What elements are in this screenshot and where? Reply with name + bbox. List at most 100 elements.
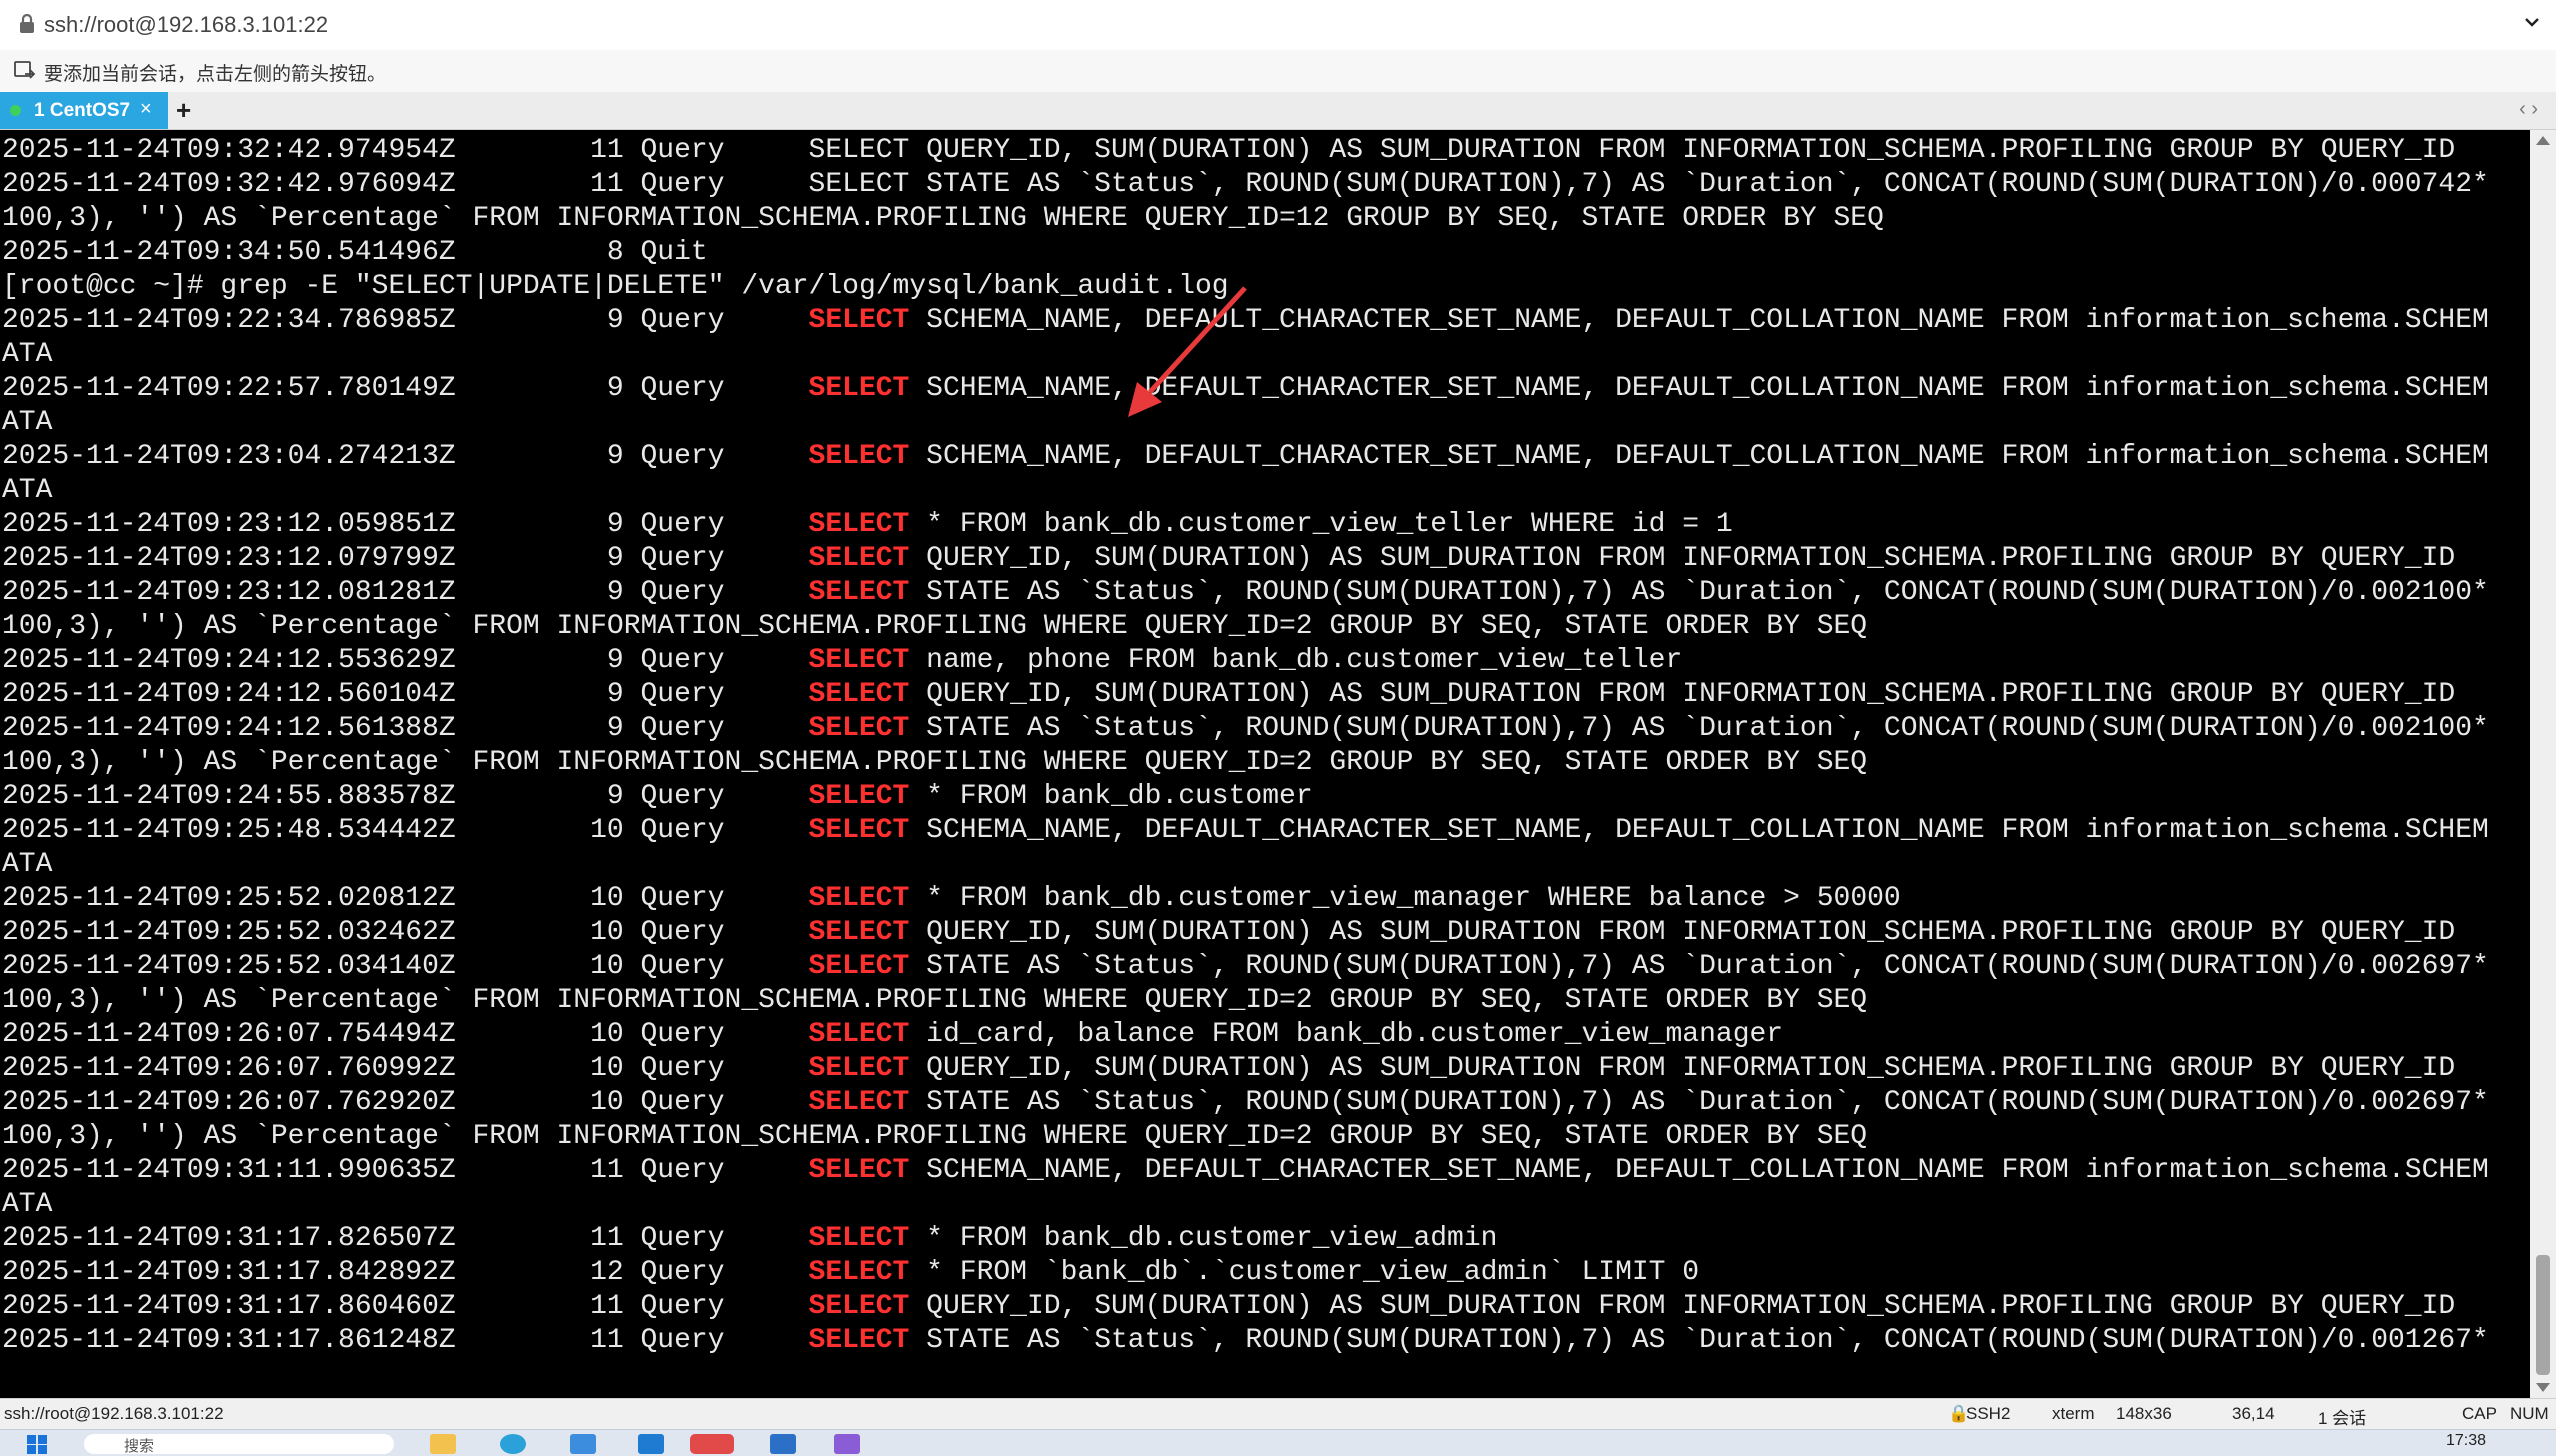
- chevron-down-icon[interactable]: [2522, 12, 2542, 32]
- terminal-line: 100,3), '') AS `Percentage` FROM INFORMA…: [2, 610, 2489, 644]
- file-explorer-icon[interactable]: [430, 1434, 456, 1454]
- terminal-line: 2025-11-24T09:31:17.826507Z 11 Query SEL…: [2, 1222, 2489, 1256]
- browser-icon[interactable]: [500, 1434, 526, 1454]
- status-protocol: SSH2: [1966, 1404, 2011, 1423]
- terminal-line: 2025-11-24T09:31:17.860460Z 11 Query SEL…: [2, 1290, 2489, 1324]
- status-size: 148x36: [2116, 1404, 2172, 1423]
- sql-keyword-highlight: SELECT: [808, 917, 910, 948]
- address-url[interactable]: ssh://root@192.168.3.101:22: [44, 12, 328, 38]
- lock-icon: [20, 14, 34, 33]
- sql-keyword-highlight: SELECT: [808, 441, 910, 472]
- sql-keyword-highlight: SELECT: [808, 543, 910, 574]
- app-icon-2[interactable]: [638, 1434, 664, 1454]
- terminal-text: 2025-11-24T09:26:07.754494Z 10 Query: [2, 1019, 809, 1050]
- address-bar[interactable]: ssh://root@192.168.3.101:22: [0, 0, 2556, 51]
- terminal-line: 2025-11-24T09:25:48.534442Z 10 Query SEL…: [2, 814, 2489, 848]
- terminal-text: SCHEMA_NAME, DEFAULT_CHARACTER_SET_NAME,…: [909, 815, 2489, 846]
- terminal-text: 100,3), '') AS `Percentage` FROM INFORMA…: [2, 1121, 1868, 1152]
- terminal-text: 2025-11-24T09:24:12.560104Z 9 Query: [2, 679, 809, 710]
- terminal-text: 100,3), '') AS `Percentage` FROM INFORMA…: [2, 611, 1868, 642]
- terminal-line: 2025-11-24T09:24:12.553629Z 9 Query SELE…: [2, 644, 2489, 678]
- terminal-line: 100,3), '') AS `Percentage` FROM INFORMA…: [2, 202, 2489, 236]
- sql-keyword-highlight: SELECT: [808, 1053, 910, 1084]
- terminal-scrollbar[interactable]: [2530, 130, 2556, 1398]
- scroll-thumb[interactable]: [2536, 1255, 2550, 1375]
- terminal-text: 2025-11-24T09:31:17.861248Z 11 Query: [2, 1325, 809, 1356]
- terminal-text: 2025-11-24T09:26:07.760992Z 10 Query: [2, 1053, 809, 1084]
- terminal-text: STATE AS `Status`, ROUND(SUM(DURATION),7…: [909, 713, 2489, 744]
- terminal-text: 100,3), '') AS `Percentage` FROM INFORMA…: [2, 203, 1884, 234]
- add-session-icon[interactable]: [14, 60, 36, 80]
- status-num: NUM: [2510, 1404, 2549, 1423]
- terminal-app-icon[interactable]: [690, 1434, 734, 1454]
- terminal-text: ATA: [2, 339, 53, 370]
- terminal-line: 2025-11-24T09:22:34.786985Z 9 Query SELE…: [2, 304, 2489, 338]
- app-icon-3[interactable]: [770, 1434, 796, 1454]
- terminal-text: name, phone FROM bank_db.customer_view_t…: [909, 645, 1683, 676]
- terminal-line: 2025-11-24T09:32:42.976094Z 11 Query SEL…: [2, 168, 2489, 202]
- sql-keyword-highlight: SELECT: [808, 1291, 910, 1322]
- terminal-text: STATE AS `Status`, ROUND(SUM(DURATION),7…: [909, 1087, 2489, 1118]
- terminal-text: 2025-11-24T09:23:12.081281Z 9 Query: [2, 577, 809, 608]
- terminal-line: 2025-11-24T09:25:52.020812Z 10 Query SEL…: [2, 882, 2489, 916]
- hint-bar: 要添加当前会话，点击左侧的箭头按钮。: [0, 50, 2556, 93]
- terminal-line: ATA: [2, 338, 2489, 372]
- sql-keyword-highlight: SELECT: [808, 781, 910, 812]
- terminal-text: 2025-11-24T09:23:12.079799Z 9 Query: [2, 543, 809, 574]
- sql-keyword-highlight: SELECT: [808, 679, 910, 710]
- sql-keyword-highlight: SELECT: [808, 1155, 910, 1186]
- terminal-text: 2025-11-24T09:24:12.553629Z 9 Query: [2, 645, 809, 676]
- terminal-line: ATA: [2, 474, 2489, 508]
- terminal-text: STATE AS `Status`, ROUND(SUM(DURATION),7…: [909, 577, 2489, 608]
- terminal-text: SCHEMA_NAME, DEFAULT_CHARACTER_SET_NAME,…: [909, 1155, 2489, 1186]
- terminal-text: 2025-11-24T09:24:55.883578Z 9 Query: [2, 781, 809, 812]
- sql-keyword-highlight: SELECT: [808, 1257, 910, 1288]
- terminal-line: 2025-11-24T09:26:07.754494Z 10 Query SEL…: [2, 1018, 2489, 1052]
- terminal-text: ATA: [2, 849, 53, 880]
- app-icon[interactable]: [570, 1434, 596, 1454]
- terminal-text: * FROM bank_db.customer: [909, 781, 1313, 812]
- sql-keyword-highlight: SELECT: [808, 305, 910, 336]
- terminal-text: 2025-11-24T09:31:11.990635Z 11 Query: [2, 1155, 809, 1186]
- terminal-line: [root@cc ~]# grep -E "SELECT|UPDATE|DELE…: [2, 270, 2489, 304]
- terminal-text: 2025-11-24T09:25:52.020812Z 10 Query: [2, 883, 809, 914]
- terminal-line: 2025-11-24T09:23:12.079799Z 9 Query SELE…: [2, 542, 2489, 576]
- sql-keyword-highlight: SELECT: [808, 1325, 910, 1356]
- sql-keyword-highlight: SELECT: [808, 713, 910, 744]
- terminal-text: 2025-11-24T09:26:07.762920Z 10 Query: [2, 1087, 809, 1118]
- terminal-line: 2025-11-24T09:22:57.780149Z 9 Query SELE…: [2, 372, 2489, 406]
- terminal-text: 2025-11-24T09:23:12.059851Z 9 Query: [2, 509, 809, 540]
- terminal-text: QUERY_ID, SUM(DURATION) AS SUM_DURATION …: [909, 543, 2456, 574]
- terminal-text: 2025-11-24T09:25:52.032462Z 10 Query: [2, 917, 809, 948]
- terminal-line: ATA: [2, 848, 2489, 882]
- terminal-line: 2025-11-24T09:25:52.032462Z 10 Query SEL…: [2, 916, 2489, 950]
- sql-keyword-highlight: SELECT: [808, 815, 910, 846]
- terminal-text: SCHEMA_NAME, DEFAULT_CHARACTER_SET_NAME,…: [909, 373, 2489, 404]
- terminal-line: 2025-11-24T09:31:17.861248Z 11 Query SEL…: [2, 1324, 2489, 1358]
- terminal-text: 2025-11-24T09:31:17.826507Z 11 Query: [2, 1223, 809, 1254]
- terminal-text: * FROM bank_db.customer_view_manager WHE…: [909, 883, 1901, 914]
- terminal-lines: 2025-11-24T09:32:42.974954Z 11 Query SEL…: [2, 134, 2489, 1358]
- windows-start-icon[interactable]: [26, 1434, 48, 1454]
- scroll-up-icon[interactable]: [2536, 136, 2550, 145]
- windows-taskbar: 搜索 17:38: [0, 1429, 2556, 1456]
- status-sessions: 1 会话: [2318, 1409, 2367, 1428]
- terminal-output[interactable]: 2025-11-24T09:32:42.974954Z 11 Query SEL…: [0, 130, 2530, 1398]
- taskbar-search[interactable]: 搜索: [84, 1434, 394, 1455]
- new-tab-button[interactable]: +: [176, 95, 191, 126]
- terminal-line: 2025-11-24T09:23:04.274213Z 9 Query SELE…: [2, 440, 2489, 474]
- terminal-text: 2025-11-24T09:22:34.786985Z 9 Query: [2, 305, 809, 336]
- terminal-line: 2025-11-24T09:25:52.034140Z 10 Query SEL…: [2, 950, 2489, 984]
- taskbar-search-placeholder: 搜索: [124, 1438, 155, 1455]
- tab-nav-arrows[interactable]: ‹ ›: [2519, 98, 2538, 121]
- terminal-text: 2025-11-24T09:24:12.561388Z 9 Query: [2, 713, 809, 744]
- sql-keyword-highlight: SELECT: [808, 883, 910, 914]
- status-connection: ssh://root@192.168.3.101:22: [4, 1404, 224, 1423]
- terminal-line: 2025-11-24T09:23:12.081281Z 9 Query SELE…: [2, 576, 2489, 610]
- terminal-text: 2025-11-24T09:31:17.860460Z 11 Query: [2, 1291, 809, 1322]
- scroll-down-icon[interactable]: [2536, 1383, 2550, 1392]
- app-icon-4[interactable]: [834, 1434, 860, 1454]
- terminal-text: 2025-11-24T09:25:48.534442Z 10 Query: [2, 815, 809, 846]
- close-icon[interactable]: ×: [140, 98, 152, 121]
- tab-centos7[interactable]: 1 CentOS7 ×: [0, 92, 168, 129]
